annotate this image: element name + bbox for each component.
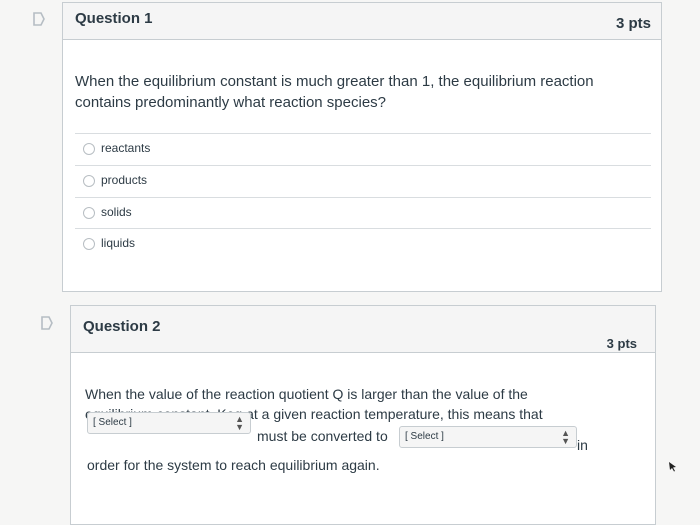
question-2-title: Question 2 [83,318,161,335]
question-1-title: Question 1 [75,10,153,27]
question-1-card: Question 1 3 pts When the equilibrium co… [62,2,662,292]
middle-text: must be converted to [257,428,388,444]
select-dropdown-1[interactable]: [ Select ] ▲ ▼ [87,412,251,434]
question-2-points: 3 pts [606,336,637,351]
end-text: order for the system to reach equilibriu… [87,457,380,473]
answer-label: solids [101,205,132,219]
select-dropdown-2[interactable]: [ Select ] ▲ ▼ [399,426,577,448]
question-2-card: Question 2 3 pts When the value of the r… [70,305,656,525]
after-text: in [577,437,588,453]
question-1-text: When the equilibrium constant is much gr… [75,73,594,111]
answer-label: reactants [101,141,151,155]
question-1-header: Question 1 3 pts [63,3,661,40]
select-arrows-icon: ▲ ▼ [561,428,570,446]
flag-question-icon[interactable] [40,316,54,330]
answer-option-products[interactable]: products [75,165,651,196]
select-2-value: [ Select ] [405,431,444,442]
answer-option-solids[interactable]: solids [75,197,651,228]
radio-button[interactable] [83,175,95,187]
select-arrows-icon: ▲ ▼ [235,414,244,432]
select-1-value: [ Select ] [93,417,132,428]
radio-button[interactable] [83,238,95,250]
flag-question-icon[interactable] [32,12,46,26]
radio-button[interactable] [83,207,95,219]
answer-option-reactants[interactable]: reactants [75,133,651,164]
answer-option-liquids[interactable]: liquids [75,228,651,259]
answer-label: liquids [101,236,136,250]
question-2-header: Question 2 3 pts [71,306,655,353]
radio-button[interactable] [83,143,95,155]
question-1-points: 3 pts [615,15,651,32]
answer-label: products [101,173,148,187]
